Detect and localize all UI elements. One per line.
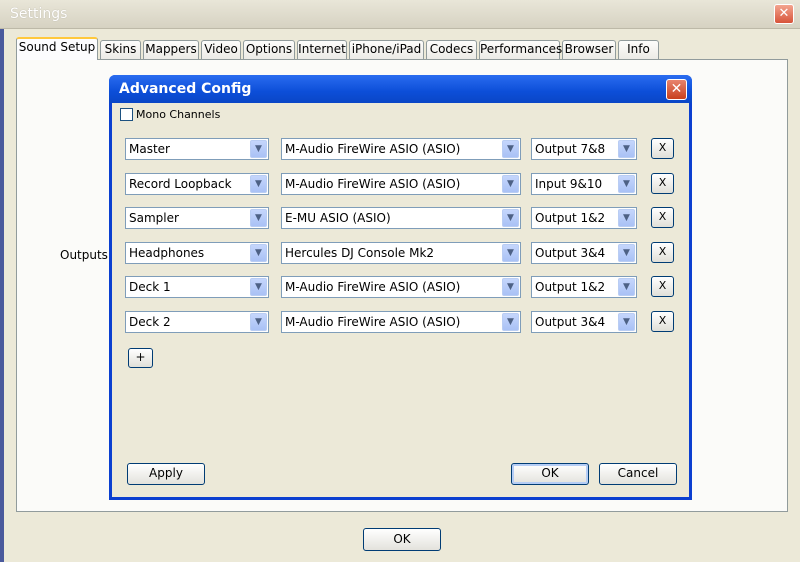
output-select[interactable]: Output 3&4 ▼ — [531, 311, 637, 333]
tab-mappers[interactable]: Mappers — [143, 40, 199, 59]
device-select[interactable]: M-Audio FireWire ASIO (ASIO) ▼ — [281, 276, 521, 298]
device-value: Hercules DJ Console Mk2 — [285, 246, 435, 260]
device-value: E-MU ASIO (ASIO) — [285, 211, 391, 225]
channel-select[interactable]: Record Loopback ▼ — [125, 173, 269, 195]
close-icon[interactable]: ✕ — [774, 4, 794, 24]
chevron-down-icon[interactable]: ▼ — [618, 278, 635, 296]
tab-iphone-ipad[interactable]: iPhone/iPad — [349, 40, 424, 59]
outputs-label: Outputs : — [60, 248, 116, 262]
output-select[interactable]: Output 7&8 ▼ — [531, 138, 637, 160]
channel-select[interactable]: Sampler ▼ — [125, 207, 269, 229]
output-row: Deck 2 ▼ M-Audio FireWire ASIO (ASIO) ▼ … — [125, 311, 685, 333]
device-value: M-Audio FireWire ASIO (ASIO) — [285, 280, 461, 294]
channel-value: Master — [129, 142, 170, 156]
output-row: Master ▼ M-Audio FireWire ASIO (ASIO) ▼ … — [125, 138, 685, 160]
channel-value: Deck 1 — [129, 280, 171, 294]
remove-row-button[interactable]: X — [651, 311, 674, 332]
tab-browser[interactable]: Browser — [562, 40, 616, 59]
chevron-down-icon[interactable]: ▼ — [502, 175, 519, 193]
channel-select[interactable]: Deck 1 ▼ — [125, 276, 269, 298]
device-select[interactable]: Hercules DJ Console Mk2 ▼ — [281, 242, 521, 264]
output-value: Output 1&2 — [535, 280, 606, 294]
chevron-down-icon[interactable]: ▼ — [618, 209, 635, 227]
dialog-close-icon[interactable]: ✕ — [666, 79, 687, 100]
device-value: M-Audio FireWire ASIO (ASIO) — [285, 142, 461, 156]
window-edge — [0, 29, 4, 562]
output-row: Sampler ▼ E-MU ASIO (ASIO) ▼ Output 1&2 … — [125, 207, 685, 229]
chevron-down-icon[interactable]: ▼ — [502, 244, 519, 262]
tab-info[interactable]: Info — [618, 40, 659, 59]
channel-value: Headphones — [129, 246, 205, 260]
dialog-title-bar: Advanced Config ✕ — [109, 75, 692, 103]
remove-row-button[interactable]: X — [651, 138, 674, 159]
add-output-button[interactable]: + — [128, 348, 153, 368]
chevron-down-icon[interactable]: ▼ — [250, 278, 267, 296]
output-select[interactable]: Input 9&10 ▼ — [531, 173, 637, 195]
device-value: M-Audio FireWire ASIO (ASIO) — [285, 315, 461, 329]
channel-value: Record Loopback — [129, 177, 232, 191]
chevron-down-icon[interactable]: ▼ — [250, 209, 267, 227]
settings-ok-button[interactable]: OK — [363, 528, 441, 551]
window-title: Settings — [10, 6, 68, 22]
tab-sound-setup[interactable]: Sound Setup — [16, 37, 98, 60]
output-select[interactable]: Output 1&2 ▼ — [531, 207, 637, 229]
tab-options[interactable]: Options — [243, 40, 295, 59]
output-select[interactable]: Output 1&2 ▼ — [531, 276, 637, 298]
chevron-down-icon[interactable]: ▼ — [502, 140, 519, 158]
apply-button[interactable]: Apply — [127, 463, 205, 485]
mono-channels-label: Mono Channels — [136, 108, 221, 121]
advanced-config-dialog: Advanced Config ✕ Mono Channels Master ▼… — [109, 75, 692, 500]
mono-channels-option[interactable]: Mono Channels — [120, 108, 220, 121]
output-row: Record Loopback ▼ M-Audio FireWire ASIO … — [125, 173, 685, 195]
device-select[interactable]: M-Audio FireWire ASIO (ASIO) ▼ — [281, 138, 521, 160]
remove-row-button[interactable]: X — [651, 173, 674, 194]
chevron-down-icon[interactable]: ▼ — [250, 175, 267, 193]
tab-performances[interactable]: Performances — [479, 40, 562, 59]
output-row: Headphones ▼ Hercules DJ Console Mk2 ▼ O… — [125, 242, 685, 264]
channel-select[interactable]: Deck 2 ▼ — [125, 311, 269, 333]
dialog-ok-button[interactable]: OK — [511, 463, 589, 485]
channel-select[interactable]: Master ▼ — [125, 138, 269, 160]
device-select[interactable]: M-Audio FireWire ASIO (ASIO) ▼ — [281, 311, 521, 333]
mono-channels-checkbox[interactable] — [120, 108, 133, 121]
cancel-button[interactable]: Cancel — [599, 463, 677, 485]
remove-row-button[interactable]: X — [651, 242, 674, 263]
output-value: Output 3&4 — [535, 246, 606, 260]
output-value: Input 9&10 — [535, 177, 603, 191]
output-value: Output 7&8 — [535, 142, 606, 156]
chevron-down-icon[interactable]: ▼ — [618, 175, 635, 193]
output-value: Output 1&2 — [535, 211, 606, 225]
device-select[interactable]: E-MU ASIO (ASIO) ▼ — [281, 207, 521, 229]
chevron-down-icon[interactable]: ▼ — [250, 244, 267, 262]
dialog-title: Advanced Config — [119, 81, 252, 97]
chevron-down-icon[interactable]: ▼ — [502, 278, 519, 296]
chevron-down-icon[interactable]: ▼ — [502, 209, 519, 227]
channel-value: Sampler — [129, 211, 179, 225]
remove-row-button[interactable]: X — [651, 276, 674, 297]
output-value: Output 3&4 — [535, 315, 606, 329]
tab-internet[interactable]: Internet — [297, 40, 347, 59]
channel-value: Deck 2 — [129, 315, 171, 329]
remove-row-button[interactable]: X — [651, 207, 674, 228]
chevron-down-icon[interactable]: ▼ — [618, 313, 635, 331]
output-select[interactable]: Output 3&4 ▼ — [531, 242, 637, 264]
tab-video[interactable]: Video — [201, 40, 241, 59]
chevron-down-icon[interactable]: ▼ — [250, 313, 267, 331]
device-select[interactable]: M-Audio FireWire ASIO (ASIO) ▼ — [281, 173, 521, 195]
output-row: Deck 1 ▼ M-Audio FireWire ASIO (ASIO) ▼ … — [125, 276, 685, 298]
dialog-body: Mono Channels Master ▼ M-Audio FireWire … — [112, 103, 689, 497]
chevron-down-icon[interactable]: ▼ — [250, 140, 267, 158]
chevron-down-icon[interactable]: ▼ — [502, 313, 519, 331]
channel-select[interactable]: Headphones ▼ — [125, 242, 269, 264]
chevron-down-icon[interactable]: ▼ — [618, 244, 635, 262]
tab-codecs[interactable]: Codecs — [426, 40, 477, 59]
settings-title-bar: Settings ✕ — [0, 0, 800, 29]
tab-skins[interactable]: Skins — [100, 40, 141, 59]
device-value: M-Audio FireWire ASIO (ASIO) — [285, 177, 461, 191]
chevron-down-icon[interactable]: ▼ — [618, 140, 635, 158]
